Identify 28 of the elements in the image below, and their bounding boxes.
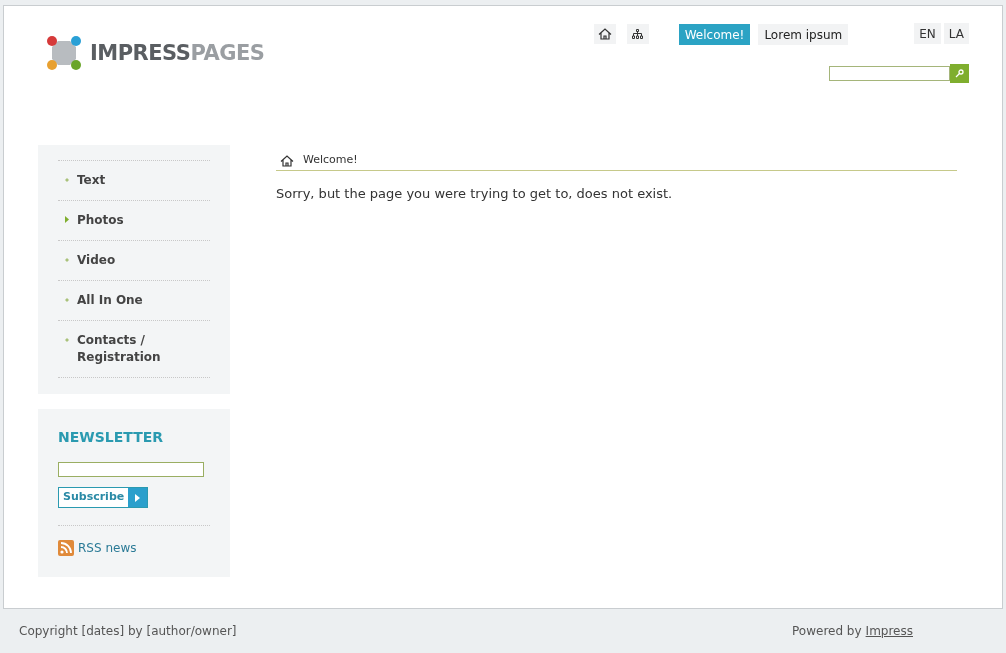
play-icon <box>135 493 141 502</box>
rss-link[interactable]: RSS news <box>78 539 137 557</box>
menu-item[interactable]: Video <box>77 252 187 269</box>
rss-icon <box>58 540 74 556</box>
language-button[interactable]: EN <box>914 23 941 44</box>
logo[interactable]: IMPRESSPAGES <box>46 33 265 73</box>
nav-tab[interactable]: Lorem ipsum <box>758 24 849 45</box>
menu-item[interactable]: Contacts / Registration <box>77 332 187 366</box>
language-button[interactable]: LA <box>943 23 969 44</box>
search-field[interactable] <box>829 66 950 81</box>
menu-item[interactable]: Text <box>77 172 187 189</box>
footer-link[interactable]: Impress <box>865 622 913 640</box>
home-icon <box>280 154 294 167</box>
home-icon <box>597 28 612 40</box>
search-button[interactable] <box>950 64 969 83</box>
email-field[interactable] <box>58 462 204 477</box>
subscribe-button[interactable]: Subscribe <box>58 487 149 508</box>
home-button[interactable] <box>593 24 616 44</box>
sitemap-button[interactable] <box>626 24 649 44</box>
error-message: Sorry, but the page you were trying to get to, does not exist. <box>276 185 674 203</box>
powered-by-text: Powered by <box>792 623 862 640</box>
menu-item[interactable]: Photos <box>77 212 187 229</box>
search-icon <box>955 69 964 78</box>
newsletter-title: NEWSLETTER <box>58 428 165 447</box>
menu-item[interactable]: All In One <box>77 292 187 309</box>
sitemap-icon <box>632 29 644 39</box>
breadcrumb-link[interactable]: Welcome! <box>303 152 358 169</box>
copyright-text: Copyright [dates] by [author/owner] <box>19 623 237 640</box>
